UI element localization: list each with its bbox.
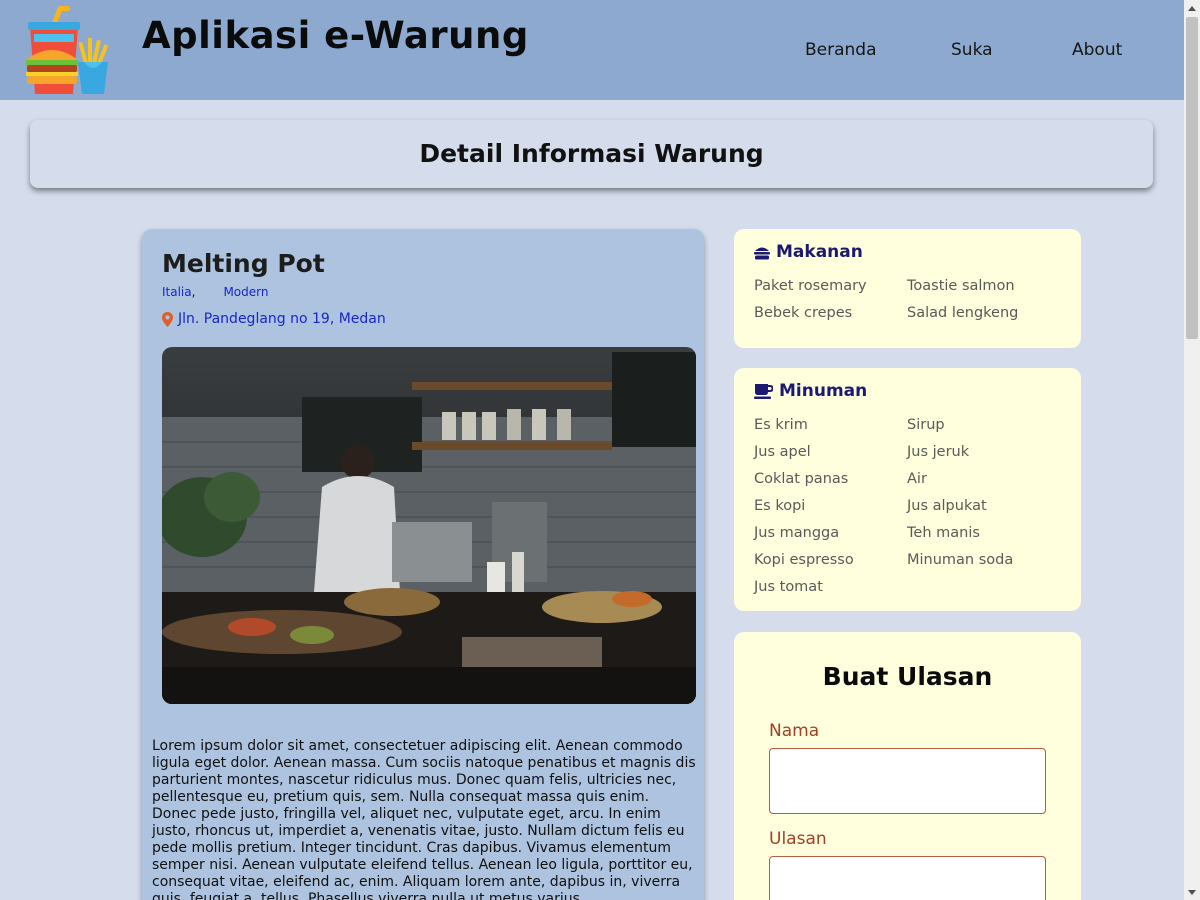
scroll-down-arrow-icon[interactable] [1184, 884, 1200, 900]
nav-about[interactable]: About [1072, 40, 1122, 60]
makanan-card: Makanan Paket rosemary Toastie salmon Be… [734, 229, 1081, 348]
restaurant-kitchen-photo [162, 347, 696, 704]
menu-item: Es krim [754, 417, 808, 433]
menu-item: Jus tomat [754, 579, 823, 595]
warung-description: Lorem ipsum dolor sit amet, consectetuer… [152, 738, 696, 900]
page-title: Detail Informasi Warung [419, 139, 764, 168]
menu-item: Es kopi [754, 498, 806, 514]
minuman-card: Minuman Es krim Sirup Jus apel Jus jeruk… [734, 368, 1081, 611]
address[interactable]: Jln. Pandeglang no 19, Medan [162, 311, 386, 327]
nav-suka[interactable]: Suka [951, 40, 993, 60]
address-text: Jln. Pandeglang no 19, Medan [178, 311, 386, 327]
category-link-italia[interactable]: Italia [162, 285, 192, 299]
review-textarea[interactable] [769, 856, 1046, 900]
makanan-title: Makanan [776, 242, 863, 262]
category-list: Italia, Modern [162, 285, 268, 299]
page-scrollbar[interactable] [1184, 0, 1200, 900]
menu-item: Jus jeruk [907, 444, 970, 460]
review-label: Ulasan [769, 829, 827, 849]
app-title: Aplikasi e-Warung [142, 14, 529, 57]
makanan-list: Paket rosemary Toastie salmon Bebek crep… [754, 273, 1074, 327]
map-marker-icon [162, 311, 173, 327]
name-label: Nama [769, 721, 820, 741]
scroll-up-arrow-icon[interactable] [1184, 0, 1200, 16]
review-form-title: Buat Ulasan [822, 662, 993, 691]
menu-item: Jus apel [754, 444, 811, 460]
warung-name: Melting Pot [162, 249, 325, 278]
menu-item: Jus mangga [754, 525, 840, 541]
name-input[interactable] [769, 748, 1046, 814]
coffee-cup-icon [754, 383, 773, 399]
menu-item: Air [907, 471, 927, 487]
review-form-card: Buat Ulasan Nama Ulasan [734, 632, 1081, 900]
menu-item: Salad lengkeng [907, 305, 1019, 321]
menu-item: Paket rosemary [754, 278, 867, 294]
menu-item: Coklat panas [754, 471, 849, 487]
nav-beranda[interactable]: Beranda [805, 40, 877, 60]
menu-item: Minuman soda [907, 552, 1014, 568]
fast-food-logo [22, 4, 112, 96]
menu-item: Sirup [907, 417, 945, 433]
minuman-list: Es krim Sirup Jus apel Jus jeruk Coklat … [754, 412, 1074, 601]
hamburger-icon [754, 247, 770, 259]
menu-item: Teh manis [907, 525, 980, 541]
category-separator: , [191, 285, 196, 299]
page-title-box: Detail Informasi Warung [30, 120, 1153, 188]
app-header: Aplikasi e-Warung Beranda Suka About [0, 0, 1184, 100]
minuman-title: Minuman [779, 381, 868, 401]
minuman-heading: Minuman [754, 381, 867, 401]
menu-item: Kopi espresso [754, 552, 854, 568]
warung-detail-card: Melting Pot Italia, Modern Jln. Pandeglan… [142, 229, 704, 900]
category-link-modern[interactable]: Modern [223, 285, 268, 299]
menu-item: Jus alpukat [907, 498, 987, 514]
menu-item: Toastie salmon [907, 278, 1015, 294]
scroll-thumb[interactable] [1186, 17, 1198, 339]
menu-item: Bebek crepes [754, 305, 853, 321]
makanan-heading: Makanan [754, 242, 863, 262]
